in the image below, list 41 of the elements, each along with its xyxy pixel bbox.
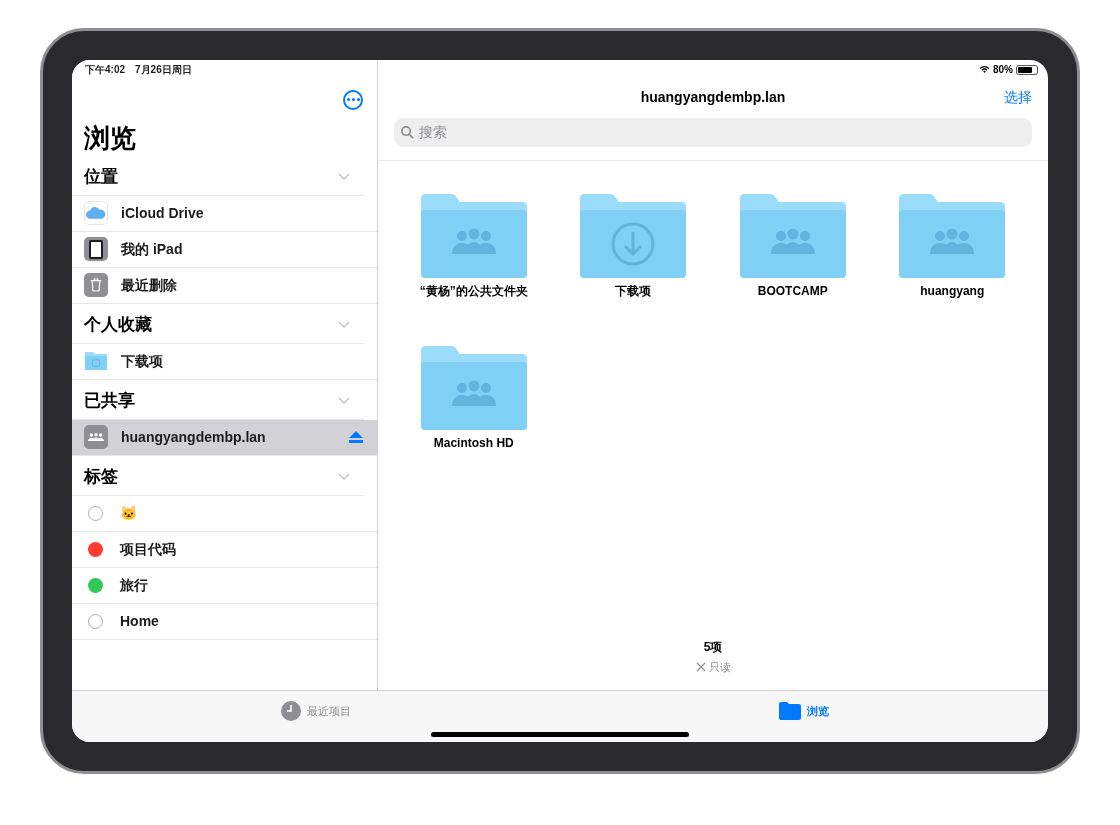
trash-icon xyxy=(84,273,108,297)
section-header: 标签 xyxy=(84,466,118,489)
status-time: 下午4:02 xyxy=(85,62,125,77)
section-header: 个人收藏 xyxy=(84,314,152,337)
people-icon xyxy=(84,425,108,449)
folder-icon xyxy=(779,702,801,720)
chevron-icon[interactable] xyxy=(338,397,350,405)
sidebar-title: 浏览 xyxy=(83,121,137,155)
readonly-label: 只读 xyxy=(708,660,731,675)
folder-icon xyxy=(580,193,687,278)
battery-icon xyxy=(1016,64,1038,75)
clock-icon xyxy=(281,701,301,721)
folder-name[interactable]: BOOTCAMP xyxy=(757,281,828,300)
more-button[interactable] xyxy=(343,89,363,110)
select-button[interactable]: 选择 xyxy=(1004,87,1032,108)
status-date: 7月26日周日 xyxy=(135,62,192,77)
chevron-icon[interactable] xyxy=(338,321,350,329)
folder-name[interactable]: huangyang xyxy=(920,281,985,300)
search-icon xyxy=(401,125,414,139)
folder-name[interactable]: 下载项 xyxy=(615,281,652,300)
window-title: huangyangdembp.lan xyxy=(640,88,786,107)
section-header: 已共享 xyxy=(84,390,135,413)
cloud-icon xyxy=(84,201,108,225)
wifi-icon xyxy=(979,65,990,74)
item-count: 5项 xyxy=(703,639,723,656)
chevron-icon[interactable] xyxy=(338,473,350,481)
folder-icon xyxy=(84,351,108,371)
battery-percent: 80% xyxy=(993,63,1013,77)
tab[interactable]: 浏览 xyxy=(560,690,1048,732)
folder-icon xyxy=(899,193,1006,278)
folder-icon xyxy=(739,193,846,278)
search-field[interactable]: 搜索 xyxy=(394,117,1032,147)
sidebar-item[interactable]: huangyangdembp.lan xyxy=(72,419,377,456)
section-header: 位置 xyxy=(84,166,118,189)
folder-icon xyxy=(420,345,527,430)
chevron-icon[interactable] xyxy=(338,173,350,181)
eject-icon[interactable] xyxy=(349,431,363,443)
tablet-icon xyxy=(84,237,108,261)
folder-name[interactable]: Macintosh HD xyxy=(433,433,514,452)
folder-name[interactable]: “黄杨”的公共文件夹 xyxy=(419,281,528,300)
folder-icon xyxy=(420,193,527,278)
